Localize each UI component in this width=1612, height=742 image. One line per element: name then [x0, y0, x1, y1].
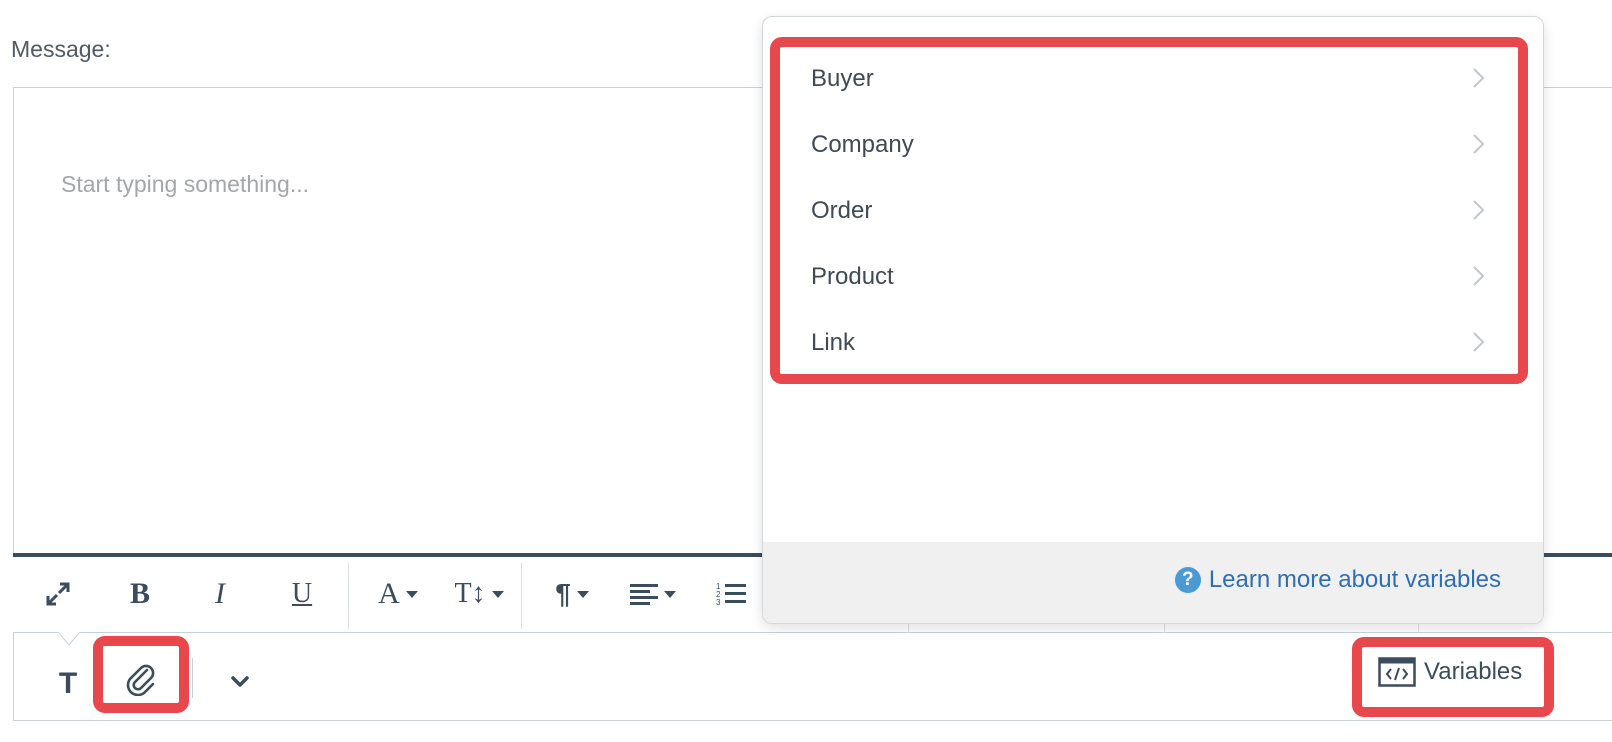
learn-more-label: Learn more about variables: [1208, 566, 1501, 593]
expand-button[interactable]: [38, 562, 78, 626]
variable-category-product[interactable]: Product: [763, 244, 1543, 310]
chevron-right-icon: [1473, 266, 1485, 286]
variable-category-order[interactable]: Order: [763, 178, 1543, 244]
paragraph-button[interactable]: ¶: [544, 562, 600, 626]
paperclip-icon: [126, 664, 155, 696]
caret-down-icon: [576, 590, 589, 598]
bold-button[interactable]: B: [118, 562, 162, 626]
caret-down-icon: [405, 590, 418, 598]
toolbar-divider: [521, 563, 522, 629]
question-circle-icon: ?: [1174, 567, 1201, 593]
variables-button[interactable]: Variables: [1378, 657, 1522, 687]
align-left-icon: [630, 584, 658, 605]
variable-category-company[interactable]: Company: [763, 112, 1543, 178]
paragraph-label: ¶: [555, 578, 571, 609]
bottom-bar-divider: [192, 658, 193, 698]
expand-arrows-icon: [46, 582, 70, 606]
variables-label: Variables: [1424, 658, 1523, 685]
code-window-icon: [1378, 657, 1416, 687]
chevron-down-icon: [231, 676, 249, 687]
align-button[interactable]: [624, 562, 682, 626]
variable-category-label: Company: [811, 131, 914, 158]
chevron-right-icon: [1473, 200, 1485, 220]
variable-category-link[interactable]: Link: [763, 310, 1543, 376]
text-mode-button[interactable]: T: [50, 652, 86, 716]
text-mode-label: T: [58, 667, 78, 700]
caret-down-icon: [491, 590, 504, 598]
caret-down-icon: [664, 590, 676, 598]
italic-label: I: [215, 577, 225, 610]
learn-more-variables-link[interactable]: ? Learn more about variables: [1174, 566, 1501, 594]
attach-button[interactable]: [112, 648, 168, 708]
underline-button[interactable]: U: [280, 562, 324, 626]
variables-dropdown: Buyer Company Order Product Link ? Learn…: [762, 16, 1544, 624]
chevron-right-icon: [1473, 332, 1485, 352]
chevron-right-icon: [1473, 134, 1485, 154]
more-options-button[interactable]: [222, 650, 258, 714]
editor-placeholder: Start typing something...: [61, 171, 310, 197]
svg-text:3: 3: [716, 598, 721, 607]
toolbar-divider: [348, 563, 349, 629]
ordered-list-button[interactable]: 1 2 3: [712, 562, 750, 626]
chevron-right-icon: [1473, 68, 1485, 88]
variable-category-label: Buyer: [811, 65, 874, 92]
font-color-label: A: [378, 577, 400, 610]
variable-category-label: Product: [811, 263, 894, 290]
underline-label: U: [291, 578, 313, 609]
message-label: Message:: [11, 36, 111, 62]
ordered-list-icon: 1 2 3: [716, 582, 746, 607]
italic-button[interactable]: I: [198, 562, 242, 626]
font-size-button[interactable]: T↕: [448, 562, 510, 626]
variable-category-label: Link: [811, 329, 856, 356]
font-color-button[interactable]: A: [368, 562, 428, 626]
variable-category-label: Order: [811, 197, 873, 224]
dropdown-footer: ? Learn more about variables: [763, 542, 1543, 623]
variable-category-buyer[interactable]: Buyer: [763, 46, 1543, 112]
font-size-label: T↕: [454, 578, 486, 609]
bold-label: B: [129, 577, 150, 610]
